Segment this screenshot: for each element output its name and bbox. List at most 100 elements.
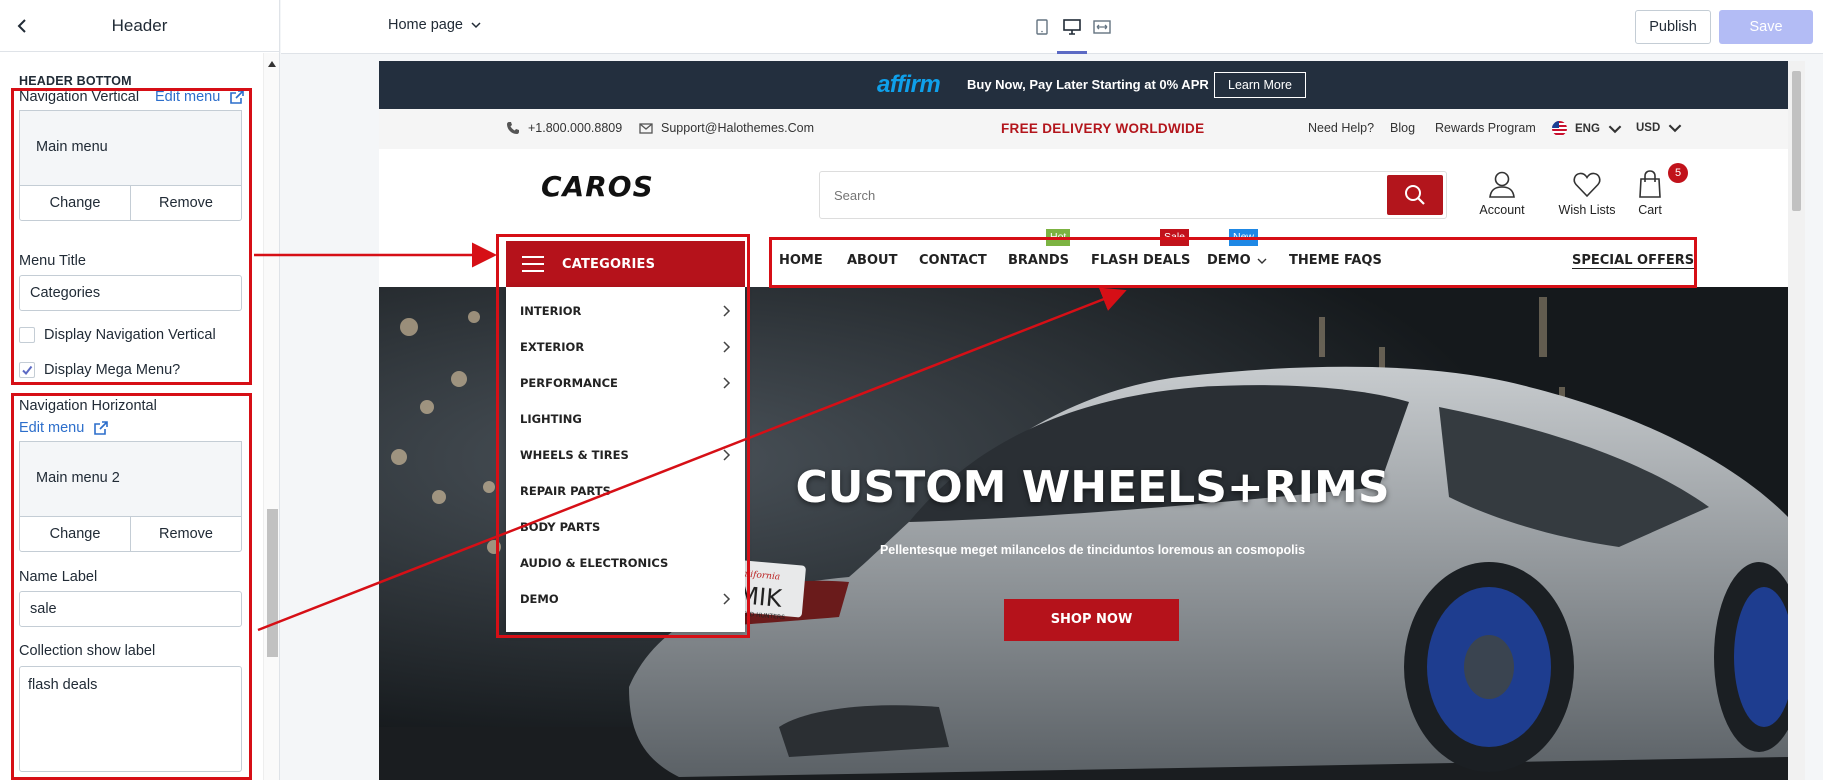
- category-item-interior[interactable]: INTERIOR: [520, 301, 731, 321]
- category-item-performance[interactable]: PERFORMANCE: [520, 373, 731, 393]
- phone-number: +1.800.000.8809: [528, 121, 623, 135]
- blog-link[interactable]: Blog: [1390, 121, 1415, 135]
- caros-logo[interactable]: CAROS: [541, 174, 711, 200]
- nav-vertical-change-button[interactable]: Change: [20, 186, 130, 220]
- nav-horizontal-menu-name: Main menu 2: [36, 470, 120, 486]
- nav-vertical-label: Navigation Vertical: [19, 89, 140, 105]
- top-strip: +1.800.000.8809 Support@Halothemes.Com F…: [379, 109, 1788, 149]
- category-item-exterior[interactable]: EXTERIOR: [520, 337, 731, 357]
- mobile-icon: [1036, 19, 1048, 35]
- free-delivery-promo: FREE DELIVERY WORLDWIDE: [1001, 121, 1205, 136]
- nav-label: ABOUT: [847, 253, 898, 268]
- categories-dropdown: INTERIOR EXTERIOR PERFORMANCE LIGHTING W…: [506, 287, 745, 632]
- nav-horizontal-remove-button[interactable]: Remove: [130, 517, 241, 551]
- category-item-demo[interactable]: DEMO: [520, 589, 731, 609]
- currency-selector[interactable]: USD: [1636, 121, 1682, 135]
- nav-item-about[interactable]: ABOUT: [847, 253, 897, 268]
- user-icon: [1489, 171, 1515, 198]
- category-item-wheels-tires[interactable]: WHEELS & TIRES: [520, 445, 731, 465]
- checkmark-icon: [22, 365, 33, 376]
- logo-text: CAROS: [541, 174, 654, 200]
- nav-vertical-menu-box: Main menu: [19, 110, 242, 185]
- display-mega-menu-checkbox[interactable]: Display Mega Menu?: [19, 362, 180, 378]
- category-item-body-parts[interactable]: BODY PARTS: [520, 517, 731, 537]
- checkbox-checked[interactable]: [19, 362, 35, 378]
- sidebar-header: Header: [0, 0, 279, 52]
- nav-label: FLASH DEALS: [1091, 253, 1191, 268]
- collection-label-label: Collection show label: [19, 643, 156, 659]
- wishlist-link[interactable]: Wish Lists: [1547, 169, 1627, 217]
- nav-item-brands[interactable]: Hot BRANDS: [1008, 229, 1071, 268]
- menu-title-input[interactable]: [19, 275, 242, 311]
- nav-vertical-menu-name: Main menu: [36, 139, 108, 155]
- chevron-down-icon: [1668, 124, 1682, 133]
- language-code: ENG: [1575, 122, 1600, 135]
- fullscreen-view-button[interactable]: [1087, 0, 1117, 54]
- sidebar-content: HEADER BOTTOM Navigation Vertical Edit m…: [0, 53, 264, 780]
- category-item-repair-parts[interactable]: REPAIR PARTS: [520, 481, 731, 501]
- sidebar-scroll-thumb[interactable]: [267, 509, 278, 657]
- search-button[interactable]: [1387, 175, 1443, 215]
- scroll-up-arrow-icon[interactable]: [268, 61, 276, 67]
- nav-label: CONTACT: [919, 253, 987, 268]
- nav-horizontal-change-button[interactable]: Change: [20, 517, 130, 551]
- categories-menu-button[interactable]: CATEGORIES: [506, 241, 745, 287]
- expand-horizontal-icon: [1093, 20, 1111, 34]
- special-offers-link[interactable]: SPECIAL OFFERS: [1572, 253, 1694, 268]
- name-label-input[interactable]: [19, 591, 242, 627]
- learn-more-button[interactable]: Learn More: [1214, 72, 1306, 98]
- nav-vertical-edit-menu-link[interactable]: Edit menu: [155, 89, 245, 105]
- cart-link[interactable]: Cart 5: [1622, 163, 1688, 217]
- category-item-audio-electronics[interactable]: AUDIO & ELECTRONICS: [520, 553, 731, 573]
- email-contact[interactable]: Support@Halothemes.Com: [639, 121, 814, 135]
- nav-item-flash-deals[interactable]: Sale FLASH DEALS: [1091, 229, 1191, 268]
- nav-item-theme-faqs[interactable]: THEME FAQS: [1289, 253, 1382, 268]
- account-link[interactable]: Account: [1462, 169, 1542, 217]
- save-button[interactable]: Save: [1719, 10, 1813, 44]
- rewards-program-link[interactable]: Rewards Program: [1435, 121, 1536, 135]
- preview-scrollbar[interactable]: [1788, 61, 1805, 780]
- nav-label: HOME: [779, 253, 823, 268]
- section-title: HEADER BOTTOM: [19, 74, 132, 88]
- nav-horizontal-edit-menu-link[interactable]: Edit menu: [19, 420, 109, 436]
- chevron-down-icon: [471, 22, 481, 29]
- sidebar-title: Header: [111, 16, 168, 35]
- new-badge: New: [1229, 229, 1259, 246]
- edit-menu-label: Edit menu: [155, 89, 221, 105]
- collection-label-textarea[interactable]: flash deals: [19, 666, 242, 772]
- shopping-bag-icon: [1639, 170, 1661, 198]
- category-label: AUDIO & ELECTRONICS: [520, 556, 669, 570]
- nav-horizontal-menu-box: Main menu 2: [19, 441, 242, 516]
- nav-item-demo[interactable]: New DEMO: [1207, 229, 1267, 268]
- cart-count-badge: 5: [1668, 163, 1688, 183]
- phone-contact[interactable]: +1.800.000.8809: [506, 121, 622, 135]
- category-label: PERFORMANCE: [520, 376, 618, 390]
- nav-item-home[interactable]: HOME: [779, 253, 823, 268]
- desktop-icon: [1063, 19, 1081, 35]
- page-selector[interactable]: Home page: [388, 17, 481, 33]
- hot-badge: Hot: [1046, 229, 1071, 246]
- need-help-link[interactable]: Need Help?: [1308, 121, 1374, 135]
- sidebar-scrollbar[interactable]: [263, 53, 279, 780]
- editor-topbar: Home page Publish Save: [281, 0, 1823, 54]
- display-mega-menu-label: Display Mega Menu?: [44, 362, 181, 378]
- category-label: WHEELS & TIRES: [520, 448, 629, 462]
- search-input[interactable]: [820, 172, 1380, 218]
- checkbox-unchecked[interactable]: [19, 327, 35, 343]
- mobile-view-button[interactable]: [1027, 0, 1057, 54]
- wishlist-label: Wish Lists: [1558, 203, 1616, 217]
- sale-badge: Sale: [1160, 229, 1190, 246]
- preview-scroll-thumb[interactable]: [1792, 71, 1801, 211]
- nav-horizontal-actions: Change Remove: [19, 516, 242, 552]
- display-nav-vertical-checkbox[interactable]: Display Navigation Vertical: [19, 327, 216, 343]
- category-label: BODY PARTS: [520, 520, 601, 534]
- nav-label: THEME FAQS: [1289, 253, 1382, 268]
- desktop-view-button[interactable]: [1057, 0, 1087, 54]
- category-item-lighting[interactable]: LIGHTING: [520, 409, 731, 429]
- shop-now-button[interactable]: SHOP NOW: [1004, 599, 1179, 641]
- nav-vertical-remove-button[interactable]: Remove: [130, 186, 241, 220]
- publish-button[interactable]: Publish: [1635, 10, 1711, 44]
- nav-item-contact[interactable]: CONTACT: [919, 253, 987, 268]
- language-selector[interactable]: ENG: [1552, 121, 1622, 136]
- account-label: Account: [1479, 203, 1525, 217]
